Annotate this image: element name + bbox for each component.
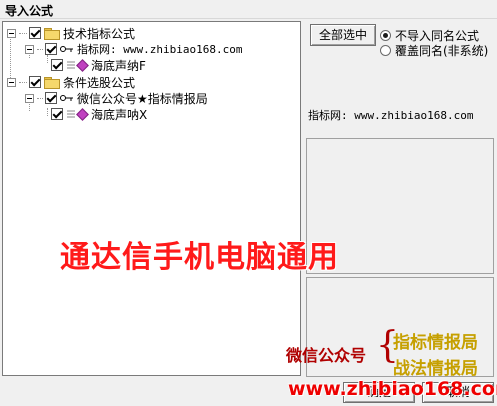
formula-doc-icon — [67, 61, 75, 69]
tree-group-indicator[interactable]: 技术指标公式 — [7, 25, 135, 41]
tree-connector — [37, 97, 43, 99]
item-checkbox[interactable] — [45, 43, 57, 55]
formula-label: 海底声纳F — [91, 58, 146, 73]
tree-connector — [19, 81, 27, 83]
radio-overwrite-same-name[interactable] — [380, 45, 391, 56]
key-icon — [60, 95, 73, 101]
group-checkbox[interactable] — [29, 27, 41, 39]
collapse-toggle[interactable] — [7, 28, 16, 38]
item-label: 指标网: www.zhibiao168.com — [77, 43, 243, 56]
group-label: 技术指标公式 — [63, 26, 136, 41]
window-title: 导入公式 — [5, 4, 54, 18]
formula-checkbox[interactable] — [51, 59, 63, 71]
formula-description: 指标网: www.zhibiao168.com — [308, 109, 474, 122]
key-icon — [60, 46, 73, 52]
tree-formula-sonar-x[interactable]: 海底声呐X — [51, 106, 147, 122]
tree-item-site[interactable]: 指标网: www.zhibiao168.com — [25, 41, 242, 57]
tree-group-screener[interactable]: 条件选股公式 — [7, 74, 135, 90]
promo-banner: 通达信手机电脑通用 — [60, 240, 339, 275]
option-overwrite-same-name[interactable]: 覆盖同名(非系统) — [380, 42, 488, 59]
formula-checkbox[interactable] — [51, 108, 63, 120]
collapse-toggle[interactable] — [7, 77, 16, 87]
folder-icon — [44, 27, 60, 40]
group-checkbox[interactable] — [29, 76, 41, 88]
watermark-channel-2: 战法情报局 — [393, 359, 478, 379]
tree-connector — [19, 32, 27, 34]
item-checkbox[interactable] — [45, 92, 57, 104]
tree-formula-sonar-f[interactable]: 海底声纳F — [51, 57, 146, 73]
option-label: 覆盖同名(非系统) — [395, 44, 489, 58]
collapse-toggle[interactable] — [25, 44, 34, 54]
formula-tree[interactable]: 技术指标公式 指标网: www.zhibiao168.com 海底声纳F 条件选… — [2, 21, 301, 376]
watermark-wechat-label: 微信公众号 — [286, 346, 367, 365]
radio-skip-same-name[interactable] — [380, 30, 391, 41]
folder-icon — [44, 76, 60, 89]
formula-gem-icon — [76, 107, 89, 121]
select-all-button[interactable]: 全部选中 — [310, 24, 376, 46]
watermark-channel-1: 指标情报局 — [393, 333, 478, 353]
formula-gem-icon — [76, 58, 89, 72]
watermark-url: www.zhibiao168.com — [288, 378, 497, 400]
tree-line — [47, 108, 48, 116]
tree-connector — [37, 48, 43, 50]
title-bar: 导入公式 — [0, 0, 497, 19]
item-label: 微信公众号★指标情报局 — [77, 91, 208, 106]
tree-item-wechat[interactable]: 微信公众号★指标情报局 — [25, 90, 208, 106]
group-label: 条件选股公式 — [63, 75, 136, 90]
formula-doc-icon — [67, 110, 75, 118]
formula-label: 海底声呐X — [91, 107, 148, 122]
collapse-toggle[interactable] — [25, 93, 34, 103]
